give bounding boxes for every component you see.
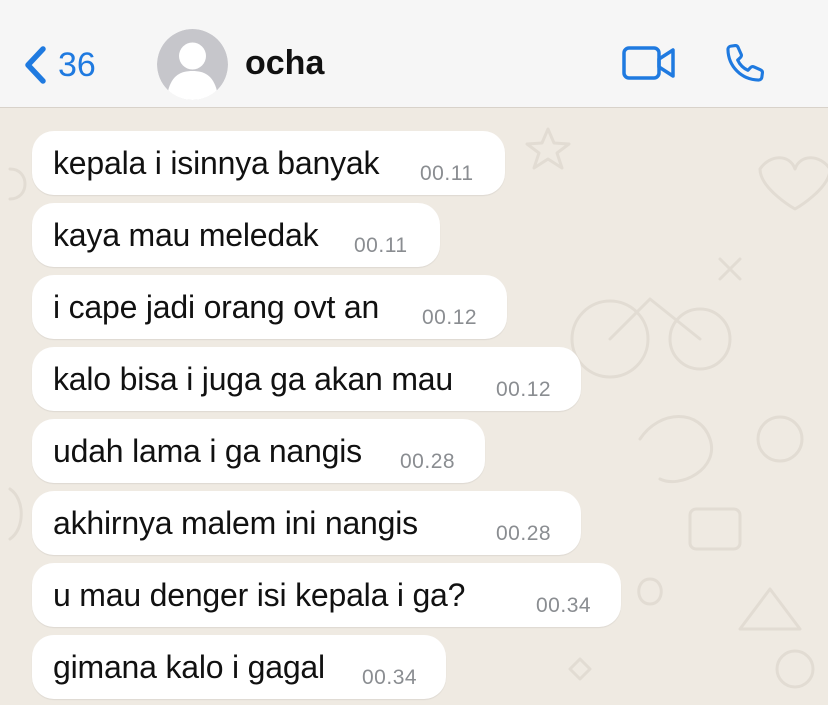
avatar-placeholder-icon: [157, 29, 228, 100]
message-text: udah lama i ga nangis: [53, 433, 362, 469]
chevron-left-icon: [25, 46, 46, 84]
message-timestamp: 00.34: [362, 666, 418, 689]
message-timestamp: 00.28: [400, 450, 456, 473]
contact-name[interactable]: ocha: [245, 44, 324, 83]
message-bubble[interactable]: kaya mau meledak 00.11: [32, 203, 440, 267]
phone-icon: [726, 44, 764, 82]
message-bubble[interactable]: i cape jadi orang ovt an 00.12: [32, 275, 507, 339]
message-bubble[interactable]: akhirnya malem ini nangis 00.28: [32, 491, 581, 555]
message-bubble[interactable]: kalo bisa i juga ga akan mau 00.12: [32, 347, 581, 411]
message-text: gimana kalo i gagal: [53, 649, 325, 685]
message-text: akhirnya malem ini nangis: [53, 505, 418, 541]
message-bubble[interactable]: u mau denger isi kepala i ga? 00.34: [32, 563, 621, 627]
message-timestamp: 00.12: [422, 306, 478, 329]
message-timestamp: 00.12: [496, 378, 552, 401]
message-timestamp: 00.11: [420, 162, 474, 185]
message-timestamp: 00.34: [536, 594, 592, 617]
chat-area[interactable]: kepala i isinnya banyak 00.11 kaya mau m…: [0, 109, 828, 705]
message-text: kepala i isinnya banyak: [53, 145, 380, 181]
video-camera-icon: [622, 46, 675, 80]
video-call-button[interactable]: [621, 42, 677, 84]
message-timestamp: 00.28: [496, 522, 552, 545]
message-timestamp: 00.11: [354, 234, 408, 257]
message-text: i cape jadi orang ovt an: [53, 289, 380, 325]
chat-header: 36 ocha: [0, 0, 828, 108]
voice-call-button[interactable]: [722, 41, 768, 85]
unread-count: 36: [58, 45, 96, 84]
message-text: kaya mau meledak: [53, 217, 319, 253]
avatar[interactable]: [157, 29, 228, 100]
message-text: kalo bisa i juga ga akan mau: [53, 361, 453, 397]
back-button[interactable]: 36: [22, 40, 96, 90]
message-text: u mau denger isi kepala i ga?: [53, 577, 466, 613]
message-bubble[interactable]: gimana kalo i gagal 00.34: [32, 635, 446, 699]
message-bubble[interactable]: kepala i isinnya banyak 00.11: [32, 131, 505, 195]
message-bubble[interactable]: udah lama i ga nangis 00.28: [32, 419, 485, 483]
